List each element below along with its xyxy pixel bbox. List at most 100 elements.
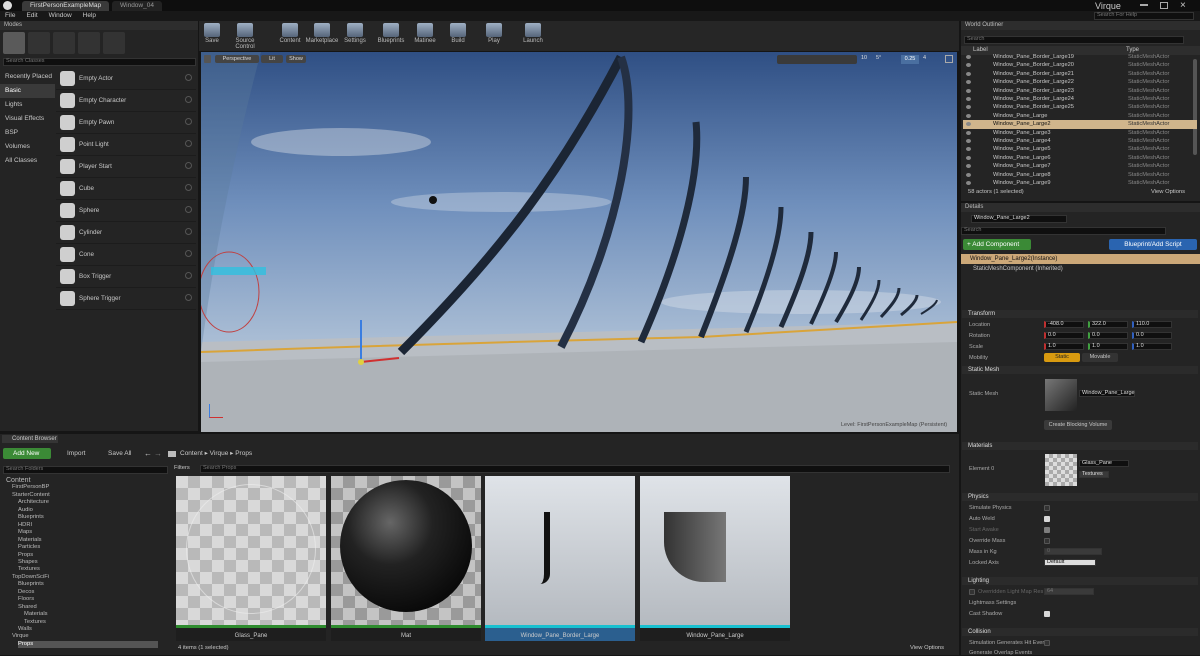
textures-button[interactable]: Textures (1079, 471, 1109, 478)
outliner-view-options[interactable]: View Options (1151, 189, 1185, 195)
eye-icon[interactable] (966, 130, 971, 135)
eye-icon[interactable] (966, 55, 971, 59)
mode-category[interactable]: Lights (0, 98, 55, 112)
materials-section[interactable]: Materials (962, 442, 1198, 450)
folder-tree-item[interactable]: Textures (18, 566, 40, 574)
transform-section[interactable]: Transform (962, 310, 1198, 318)
folder-tree-item[interactable]: Content (6, 477, 31, 485)
toolbar-button[interactable]: Content (276, 22, 304, 49)
menu-edit[interactable]: Edit (26, 12, 37, 19)
maximize-viewport-icon[interactable] (945, 55, 953, 63)
outliner-row[interactable]: Window_Pane_Large7 StaticMeshActor (963, 162, 1197, 170)
folder-tree-item[interactable]: Maps (18, 529, 32, 537)
tab-window[interactable]: Window_04 (112, 1, 162, 11)
mass-field[interactable]: 0 (1044, 548, 1102, 555)
eye-icon[interactable] (966, 122, 971, 127)
info-icon[interactable] (185, 118, 192, 125)
toolbar-button[interactable]: Blueprints (372, 22, 410, 49)
mode-item[interactable]: Cube (56, 178, 196, 200)
viewport[interactable]: Perspective Lit Show 10 5° 0.25 4 Level:… (201, 52, 957, 432)
eye-icon[interactable] (966, 139, 971, 143)
eye-icon[interactable] (966, 63, 971, 68)
override-lmr-field[interactable]: 64 (1044, 588, 1094, 595)
rotation-z[interactable]: 0.0 (1132, 332, 1172, 339)
eye-icon[interactable] (966, 155, 971, 160)
viewport-options[interactable] (204, 55, 211, 63)
locked-axis-combo[interactable]: Default (1044, 559, 1096, 566)
folder-tree-item[interactable]: StarterContent (12, 492, 50, 500)
auto-weld-checkbox[interactable] (1044, 516, 1050, 522)
content-view-options[interactable]: View Options (910, 645, 944, 651)
import-button[interactable]: Import (58, 448, 85, 459)
crumb-content[interactable]: Content (180, 450, 203, 457)
outliner-search-input[interactable]: Search (964, 36, 1184, 44)
mode-category[interactable]: Recently Placed (0, 70, 55, 84)
save-all-button[interactable]: Save All (99, 448, 132, 459)
minimize-icon[interactable] (1140, 4, 1148, 6)
outliner-row[interactable]: Window_Pane_Border_Large20 StaticMeshActo… (963, 61, 1197, 69)
folder-tree-item[interactable]: Props (18, 552, 33, 560)
eye-icon[interactable] (966, 88, 971, 93)
outliner-row[interactable]: Window_Pane_Large StaticMeshActor (963, 112, 1197, 120)
folder-tree-item[interactable]: Decos (18, 589, 34, 597)
eye-icon[interactable] (966, 97, 971, 101)
outliner-row[interactable]: Window_Pane_Large9 StaticMeshActor (963, 179, 1197, 187)
scale-x[interactable]: 1.0 (1044, 343, 1084, 350)
mode-item[interactable]: Box Trigger (56, 266, 196, 288)
mode-item[interactable]: Cone (56, 244, 196, 266)
folder-tree-item[interactable]: Architecture (18, 499, 49, 507)
folder-tree-item[interactable]: Blueprints (18, 514, 44, 522)
mode-item[interactable]: Sphere (56, 200, 196, 222)
perspective-button[interactable]: Perspective (215, 55, 259, 63)
outliner-row[interactable]: Window_Pane_Large3 StaticMeshActor (963, 129, 1197, 137)
eye-icon[interactable] (966, 181, 971, 185)
menu-help[interactable]: Help (83, 12, 96, 19)
asset-tile[interactable]: Window_Pane_Border_Large (485, 476, 635, 641)
unreal-logo-icon[interactable] (3, 1, 12, 10)
location-z[interactable]: 110.0 (1132, 321, 1172, 328)
outliner-row[interactable]: Window_Pane_Large8 StaticMeshActor (963, 171, 1197, 179)
location-y[interactable]: 322.0 (1088, 321, 1128, 328)
folder-tree-item[interactable]: Virque (12, 633, 29, 641)
info-icon[interactable] (185, 294, 192, 301)
close-icon[interactable]: × (1180, 0, 1186, 11)
folder-tree-item[interactable]: Shapes (18, 559, 38, 567)
forward-arrow-icon[interactable]: → (154, 449, 162, 458)
mode-category[interactable]: BSP (0, 126, 55, 140)
folder-tree-item[interactable]: Floors (18, 596, 34, 604)
info-icon[interactable] (185, 250, 192, 257)
static-mesh-section[interactable]: Static Mesh (962, 366, 1198, 374)
mode-item[interactable]: Empty Pawn (56, 112, 196, 134)
cast-shadow-checkbox[interactable] (1044, 611, 1050, 617)
mobility-static-button[interactable]: Static (1044, 353, 1080, 362)
foliage-mode-icon[interactable] (78, 32, 100, 54)
menu-file[interactable]: File (5, 12, 15, 19)
transform-tools[interactable] (777, 55, 857, 64)
toolbar-button[interactable]: Marketplace (305, 22, 339, 49)
info-icon[interactable] (185, 96, 192, 103)
add-component-button[interactable]: + Add Component (963, 239, 1031, 250)
folder-tree-item[interactable]: Particles (18, 544, 40, 552)
override-mass-checkbox[interactable] (1044, 538, 1050, 544)
crumb-virque[interactable]: Virque (210, 450, 229, 457)
eye-icon[interactable] (966, 105, 971, 110)
eye-icon[interactable] (966, 172, 971, 177)
outliner-row[interactable]: Window_Pane_Large6 StaticMeshActor (963, 154, 1197, 162)
mobility-movable-button[interactable]: Movable (1082, 353, 1118, 362)
folder-tree-item[interactable]: Materials (18, 537, 42, 545)
outliner-row[interactable]: Window_Pane_Border_Large21 StaticMeshActo… (963, 70, 1197, 78)
search-help-input[interactable]: Search For Help (1094, 12, 1194, 20)
simulate-physics-checkbox[interactable] (1044, 505, 1050, 511)
show-button[interactable]: Show (286, 55, 306, 63)
info-icon[interactable] (185, 272, 192, 279)
folder-tree-item[interactable]: Materials (24, 611, 48, 619)
eye-icon[interactable] (966, 113, 971, 118)
content-browser-tab[interactable]: Content Browser (2, 435, 58, 443)
mode-item[interactable]: Sphere Trigger (56, 288, 196, 310)
search-props-input[interactable]: Search Props (200, 465, 950, 473)
lightmass-settings-label[interactable]: Lightmass Settings (969, 600, 1016, 606)
instance-row[interactable]: Window_Pane_Large2(Instance) (961, 254, 1200, 264)
override-lmr-checkbox[interactable] (969, 589, 975, 595)
mode-category[interactable]: Basic (0, 84, 55, 98)
toolbar-button[interactable]: Settings (341, 22, 369, 49)
